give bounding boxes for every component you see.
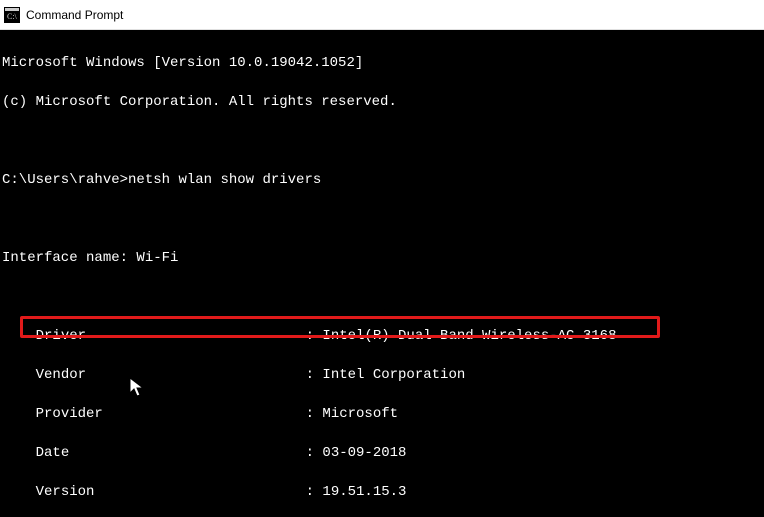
svg-text:C:\: C:\: [7, 12, 18, 21]
prompt-line: C:\Users\rahve>netsh wlan show drivers: [2, 171, 764, 191]
blank: [2, 288, 764, 308]
window-title: Command Prompt: [26, 8, 123, 22]
cmd-icon: C:\: [4, 7, 20, 23]
field-driver: Driver: Intel(R) Dual Band Wireless-AC 3…: [2, 327, 764, 347]
banner-line-2: (c) Microsoft Corporation. All rights re…: [2, 93, 764, 113]
field-vendor: Vendor: Intel Corporation: [2, 366, 764, 386]
terminal-output[interactable]: Microsoft Windows [Version 10.0.19042.10…: [0, 30, 764, 517]
field-provider: Provider: Microsoft: [2, 405, 764, 425]
prompt-path: C:\Users\rahve>: [2, 172, 128, 188]
interface-name: Interface name: Wi-Fi: [2, 249, 764, 269]
field-version: Version: 19.51.15.3: [2, 483, 764, 503]
field-date: Date: 03-09-2018: [2, 444, 764, 464]
blank: [2, 132, 764, 152]
prompt-command: netsh wlan show drivers: [128, 172, 321, 188]
blank: [2, 210, 764, 230]
banner-line-1: Microsoft Windows [Version 10.0.19042.10…: [2, 54, 764, 74]
window-titlebar: C:\ Command Prompt: [0, 0, 764, 30]
